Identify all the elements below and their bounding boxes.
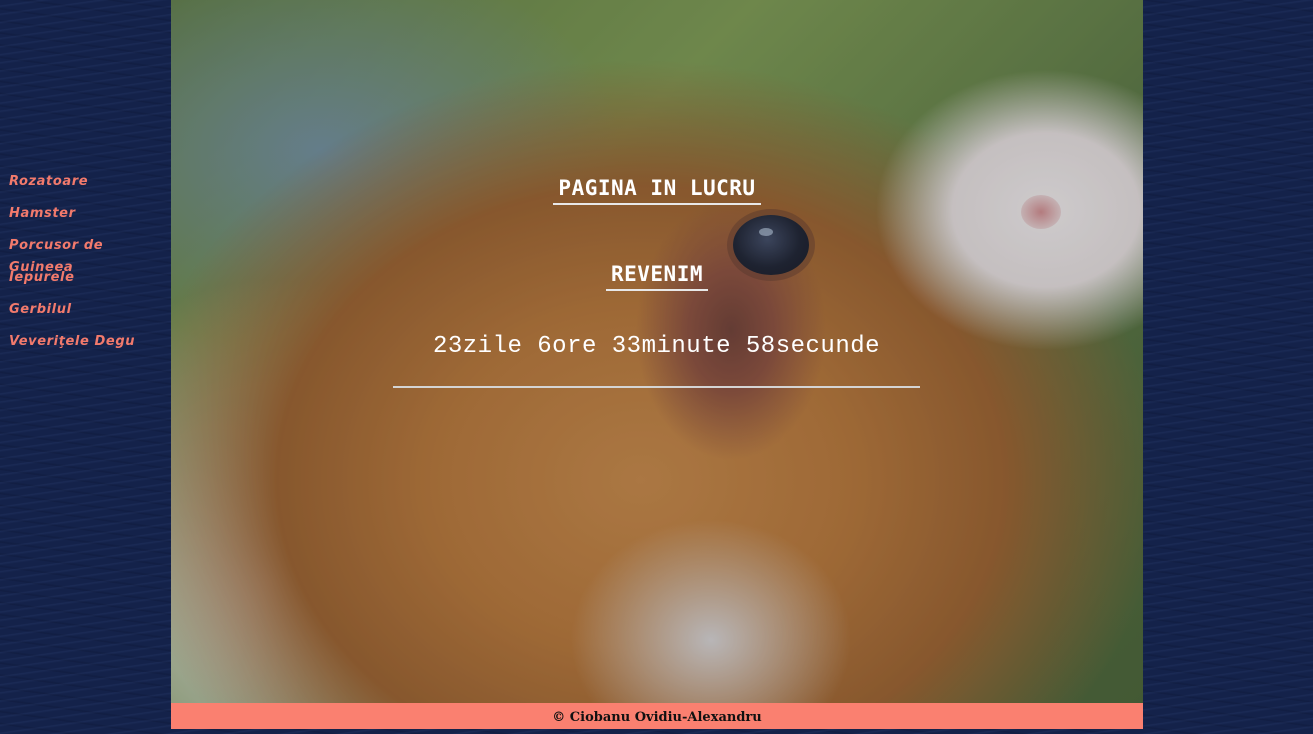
content-area: PAGINA IN LUCRU REVENIM 23zile 6ore 33mi… bbox=[171, 0, 1143, 703]
page-title: PAGINA IN LUCRU bbox=[171, 176, 1143, 205]
main-content: PAGINA IN LUCRU REVENIM 23zile 6ore 33mi… bbox=[171, 0, 1143, 703]
footer: © Ciobanu Ovidiu-Alexandru bbox=[171, 703, 1143, 729]
countdown-timer: 23zile 6ore 33minute 58secunde bbox=[393, 333, 920, 388]
nav-link-rozatoare[interactable]: Rozatoare bbox=[9, 174, 88, 189]
copyright-text: © Ciobanu Ovidiu-Alexandru bbox=[552, 710, 762, 725]
nav-link-iepurele[interactable]: Iepurele bbox=[9, 270, 75, 285]
sidebar-item-gerbilul: Gerbilul bbox=[9, 298, 171, 330]
sidebar-nav: Rozatoare Hamster Porcusor de Guineea Ie… bbox=[9, 170, 171, 362]
nav-link-hamster[interactable]: Hamster bbox=[9, 206, 76, 221]
page-subtitle-text: REVENIM bbox=[605, 262, 708, 291]
nav-link-veveritele-degu[interactable]: Veveriţele Degu bbox=[9, 334, 135, 349]
nav-link-gerbilul[interactable]: Gerbilul bbox=[9, 302, 72, 317]
sidebar-item-hamster: Hamster bbox=[9, 202, 171, 234]
sidebar-item-iepurele: Iepurele bbox=[9, 266, 171, 298]
page-title-text: PAGINA IN LUCRU bbox=[553, 176, 761, 205]
sidebar-item-porcusor-de-guineea: Porcusor de Guineea bbox=[9, 234, 171, 275]
sidebar: Rozatoare Hamster Porcusor de Guineea Ie… bbox=[0, 0, 171, 734]
sidebar-item-veveritele-degu: Veveriţele Degu bbox=[9, 330, 171, 362]
sidebar-item-rozatoare: Rozatoare bbox=[9, 170, 171, 202]
page-subtitle: REVENIM bbox=[171, 262, 1143, 291]
